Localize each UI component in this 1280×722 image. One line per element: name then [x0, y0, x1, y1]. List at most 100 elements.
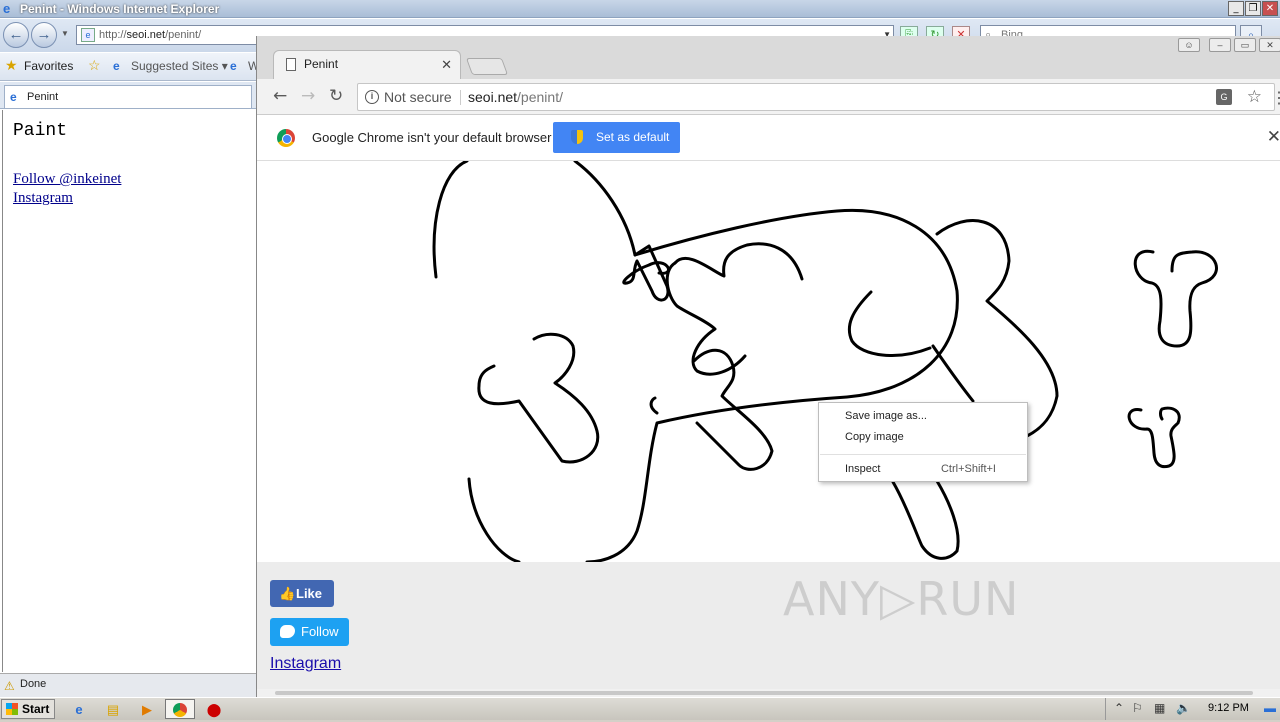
thumbs-up-icon: 👍 — [279, 586, 296, 601]
copy-image-label: Copy image — [845, 431, 904, 443]
suggested-sites-link[interactable]: Suggested Sites ▾ — [131, 59, 228, 73]
ie-tab-penint[interactable]: e Penint — [4, 85, 252, 108]
paint-canvas[interactable] — [257, 161, 1280, 562]
web-slice-icon: e — [230, 59, 237, 73]
ie-logo-icon: e — [3, 1, 11, 16]
back-button[interactable]: ← — [3, 22, 29, 48]
start-button[interactable]: Start — [1, 699, 55, 719]
status-text: Done — [20, 678, 47, 690]
chrome-taskbar-icon[interactable] — [165, 699, 195, 719]
follow-label: Follow — [301, 624, 339, 639]
scribble-15 — [1127, 406, 1181, 469]
close-button[interactable]: ✕ — [1262, 1, 1278, 16]
page-icon: e — [81, 28, 95, 42]
favorites-button[interactable]: Favorites — [24, 59, 73, 73]
history-dropdown-icon[interactable]: ▼ — [61, 29, 69, 38]
explorer-taskbar-icon[interactable]: ▤ — [98, 699, 128, 719]
taskbar: Start e ▤ ▶ ⬤ ⌃ ⚐ ▦ 🔈 ▬ 9:12 PM — [0, 697, 1280, 720]
like-label: Like — [296, 586, 323, 601]
ie-tab-label: Penint — [27, 91, 59, 103]
follow-link[interactable]: Follow @inkeinet — [13, 171, 121, 188]
media-player-taskbar-icon[interactable]: ▶ — [132, 699, 162, 719]
copy-image-item[interactable]: Copy image — [820, 427, 1026, 447]
inspect-shortcut: Ctrl+Shift+I — [940, 463, 996, 475]
close-tab-icon[interactable]: ✕ — [441, 51, 452, 78]
chrome-tab-penint[interactable]: Penint ✕ — [273, 50, 461, 79]
action-center-flag-icon[interactable]: ⚐ — [1132, 701, 1143, 715]
ie-tabbar: e Penint — [0, 82, 256, 109]
facebook-like-button[interactable]: 👍 Like — [270, 580, 334, 607]
chrome-logo-icon — [277, 129, 295, 147]
horizontal-scrollbar[interactable] — [257, 689, 1280, 697]
chrome-tab-title: Penint — [304, 57, 339, 71]
chrome-tabstrip: Penint ✕ ☺ – ▭ ✕ — [257, 36, 1280, 79]
windows-logo-icon — [6, 703, 18, 715]
set-as-default-button[interactable]: Set as default — [553, 122, 680, 153]
twitter-bird-icon — [280, 625, 295, 638]
address-path: /penint/ — [165, 29, 202, 41]
scribble-8 — [931, 344, 975, 403]
scribble-5 — [665, 261, 747, 376]
twitter-follow-button[interactable]: Follow — [270, 618, 349, 646]
security-label[interactable]: Not secure — [384, 84, 452, 110]
infobar-message: Google Chrome isn't your default browser — [312, 130, 552, 145]
volume-icon[interactable]: 🔈 — [1176, 701, 1191, 715]
show-hidden-icons[interactable]: ⌃ — [1114, 701, 1124, 715]
scribble-4 — [673, 242, 804, 281]
maximize-button[interactable]: ▭ — [1234, 38, 1256, 52]
save-image-as-item[interactable]: Save image as... — [820, 406, 1026, 426]
set-as-default-label: Set as default — [596, 130, 670, 144]
translate-icon[interactable]: G — [1216, 89, 1232, 105]
info-icon[interactable]: i — [365, 90, 379, 104]
url-host: seoi.net — [468, 89, 518, 105]
ie-taskbar-icon[interactable]: e — [64, 699, 94, 719]
save-image-as-label: Save image as... — [845, 410, 927, 422]
scrollbar-thumb[interactable] — [275, 691, 1253, 695]
restore-button[interactable]: ❐ — [1245, 1, 1261, 16]
favorites-star-icon: ★ — [5, 57, 18, 73]
omnibox-divider — [460, 90, 461, 105]
network-icon[interactable]: ▦ — [1154, 701, 1165, 715]
omnibox[interactable]: i Not secure seoi.net/penint/ G ☆ — [357, 83, 1275, 111]
page-title: Paint — [13, 121, 68, 141]
ie-tab-icon: e — [10, 90, 17, 104]
page-footer: 👍 Like Follow Instagram — [257, 562, 1280, 689]
stop-taskbar-icon[interactable]: ⬤ — [199, 699, 229, 719]
infobar-close-icon[interactable]: ✕ — [1267, 127, 1280, 147]
url-path: /penint/ — [517, 89, 563, 105]
chrome-page: 👍 Like Follow Instagram — [257, 161, 1280, 689]
address-prefix: http:// — [99, 29, 127, 41]
scribble-1 — [432, 161, 469, 279]
anyrun-watermark: ANY▷RUN — [783, 572, 1020, 626]
forward-button[interactable]: → — [31, 22, 57, 48]
back-arrow-icon[interactable]: ← — [273, 86, 287, 106]
instagram-link[interactable]: Instagram — [270, 655, 341, 673]
inspect-label: Inspect — [845, 463, 881, 475]
context-menu: Save image as... Copy image Inspect Ctrl… — [818, 402, 1028, 482]
bookmark-star-icon[interactable]: ☆ — [1247, 84, 1262, 110]
ie-titlebar: e Penint - Windows Internet Explorer _ ❐… — [0, 0, 1280, 18]
forward-arrow-icon[interactable]: → — [301, 86, 315, 106]
scribble-12 — [467, 477, 521, 562]
scribble-3 — [622, 244, 670, 302]
show-desktop-icon[interactable]: ▬ — [1264, 701, 1276, 715]
system-tray: ⌃ ⚐ ▦ 🔈 ▬ — [1105, 698, 1280, 720]
add-favorite-icon[interactable]: ☆ — [88, 57, 101, 74]
minimize-button[interactable]: – — [1209, 38, 1231, 52]
close-button[interactable]: ✕ — [1259, 38, 1280, 52]
minimize-button[interactable]: _ — [1228, 1, 1244, 16]
warning-icon: ⚠ — [4, 679, 15, 693]
chrome-menu-icon[interactable]: ⋮ — [1271, 88, 1280, 108]
chrome-toolbar: ← → ↻ i Not secure seoi.net/penint/ G ☆ … — [257, 79, 1280, 115]
ie-window-title: Penint - Windows Internet Explorer — [20, 2, 220, 16]
profile-icon[interactable]: ☺ — [1178, 38, 1200, 52]
reload-icon[interactable]: ↻ — [329, 86, 343, 106]
inspect-item[interactable]: Inspect Ctrl+Shift+I — [820, 459, 1026, 479]
chrome-window: Penint ✕ ☺ – ▭ ✕ ← → ↻ i Not secure seoi… — [256, 36, 1280, 697]
scribble-11 — [477, 332, 600, 464]
default-browser-infobar: Google Chrome isn't your default browser… — [257, 115, 1280, 161]
clock[interactable]: 9:12 PM — [1208, 702, 1249, 714]
scribble-9 — [847, 290, 932, 357]
instagram-link[interactable]: Instagram — [13, 190, 73, 207]
new-tab-button[interactable] — [465, 58, 509, 75]
